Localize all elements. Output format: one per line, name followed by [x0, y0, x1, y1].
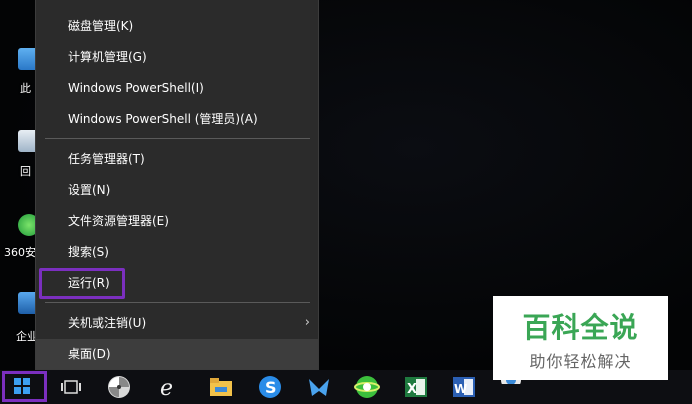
ie-icon[interactable]: e: [156, 374, 182, 401]
pinwheel-icon[interactable]: [106, 374, 132, 400]
watermark-title: 百科全说: [522, 311, 639, 344]
svg-text:W: W: [454, 382, 467, 396]
task-view-icon[interactable]: [58, 374, 84, 400]
svg-text:X: X: [407, 382, 417, 397]
360-browser-icon[interactable]: [354, 374, 380, 400]
feishu-icon[interactable]: [306, 374, 332, 400]
menu-item-computer-management[interactable]: 计算机管理(G): [36, 42, 318, 72]
desktop-icon-label: 此: [20, 82, 31, 95]
winx-context-menu: ━ ━ ━━ 磁盘管理(K) 计算机管理(G) Windows PowerShe…: [35, 0, 319, 370]
svg-text:e: e: [160, 376, 173, 400]
word-icon[interactable]: W: [451, 374, 477, 400]
file-explorer-icon[interactable]: [208, 374, 234, 400]
svg-text:S: S: [265, 378, 277, 397]
menu-item-powershell-admin[interactable]: Windows PowerShell (管理员)(A): [36, 104, 318, 134]
sogou-browser-icon[interactable]: S: [257, 374, 283, 400]
desktop-icon-label: 回: [20, 165, 31, 178]
menu-item-disk-management[interactable]: 磁盘管理(K): [36, 11, 318, 41]
menu-item-search[interactable]: 搜索(S): [36, 237, 318, 267]
menu-item-desktop[interactable]: 桌面(D): [36, 339, 318, 369]
menu-item-shutdown-signout[interactable]: 关机或注销(U) ›: [36, 308, 318, 338]
chevron-right-icon: ›: [304, 315, 310, 330]
menu-item-powershell[interactable]: Windows PowerShell(I): [36, 73, 318, 103]
menu-item-label: 关机或注销(U): [68, 316, 147, 330]
run-highlight-box: [39, 268, 125, 299]
watermark-subtitle: 助你轻松解决: [529, 352, 632, 371]
menu-item-file-explorer[interactable]: 文件资源管理器(E): [36, 206, 318, 236]
start-highlight-box: [2, 371, 47, 402]
menu-item-disk-management[interactable]: ━ ━ ━━: [36, 0, 318, 6]
excel-icon[interactable]: X: [403, 374, 429, 400]
menu-separator: [45, 302, 310, 303]
desktop-icon-label: 360安: [4, 246, 36, 259]
menu-item-settings[interactable]: 设置(N): [36, 175, 318, 205]
menu-item-task-manager[interactable]: 任务管理器(T): [36, 144, 318, 174]
menu-separator: [45, 138, 310, 139]
watermark-logo: 百科全说 助你轻松解决: [493, 296, 668, 380]
